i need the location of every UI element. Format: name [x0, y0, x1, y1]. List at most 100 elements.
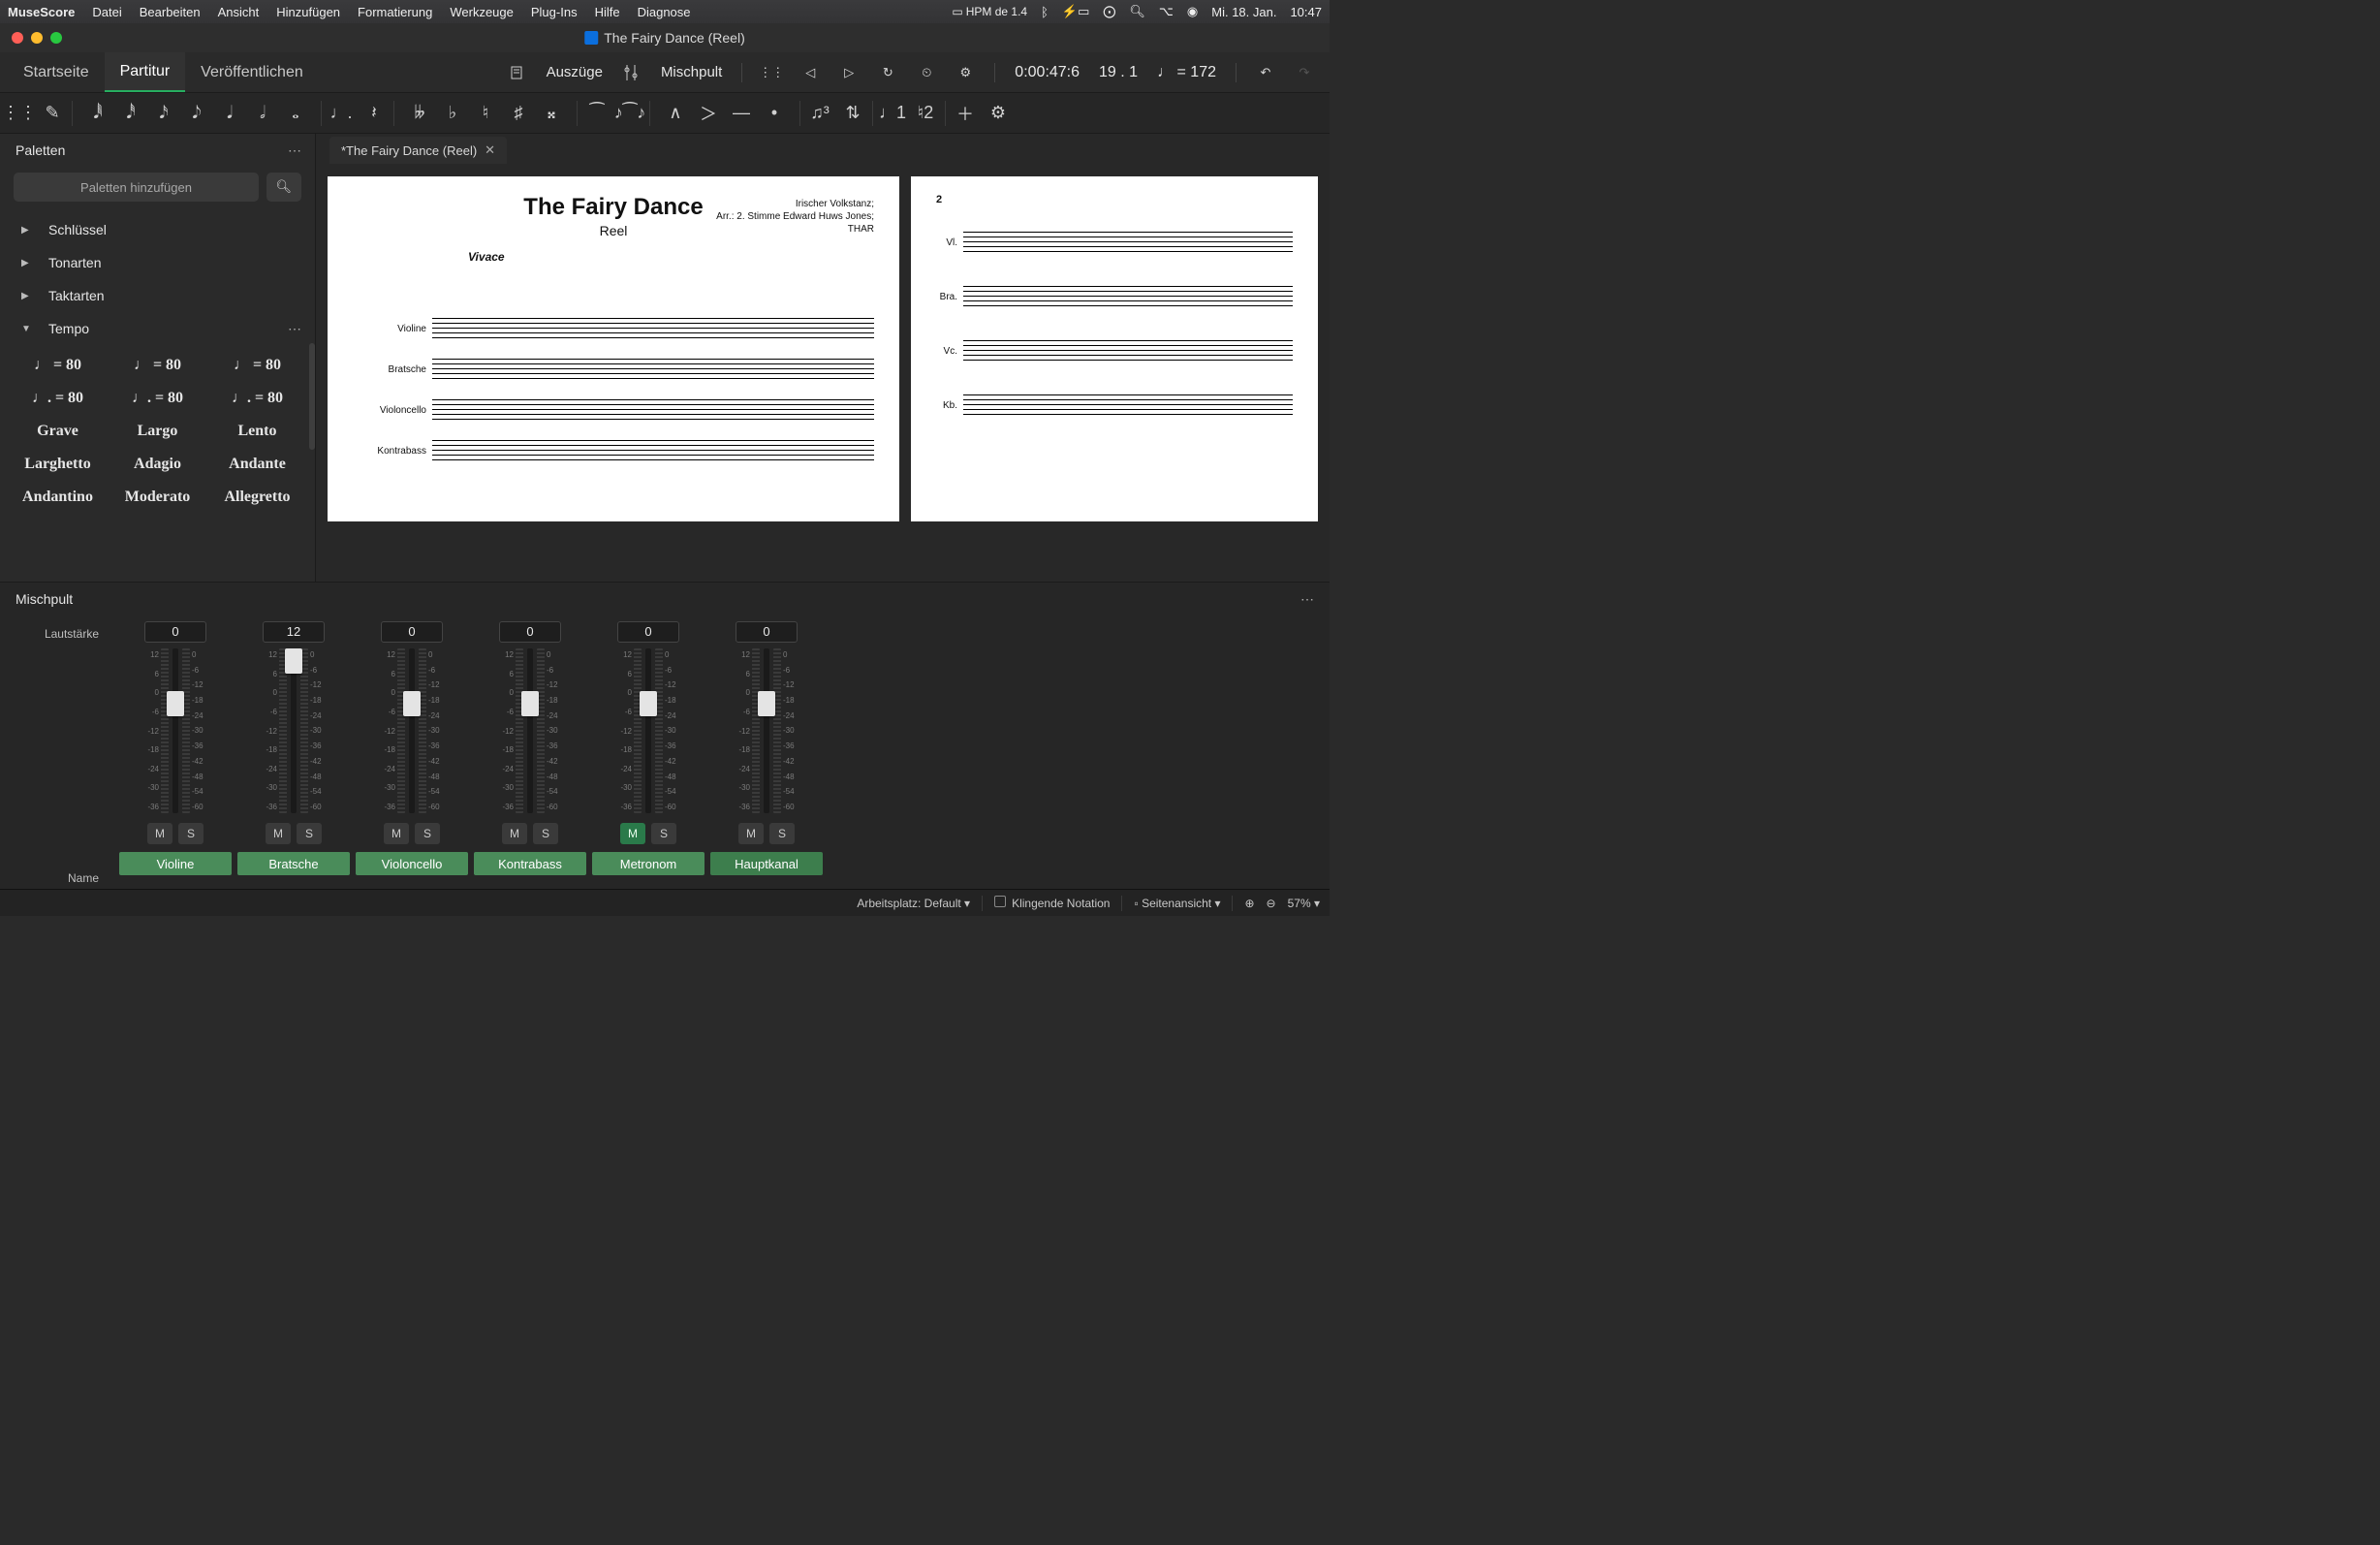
mixer-button[interactable]: Mischpult: [661, 64, 722, 80]
palette-schluessel[interactable]: ▶Schlüssel: [0, 213, 315, 246]
sidebar-scrollbar[interactable]: [309, 343, 315, 450]
siri-icon[interactable]: ◉: [1187, 4, 1198, 19]
slur-button[interactable]: ♪⁀♪: [614, 98, 645, 129]
solo-button[interactable]: S: [297, 823, 322, 844]
voice1-button[interactable]: ♩1: [877, 98, 908, 129]
tempo-cell[interactable]: ♩. = 80: [8, 382, 108, 415]
marcato-button[interactable]: ∧: [660, 98, 691, 129]
tempo-cell[interactable]: Largo: [108, 415, 207, 448]
palette-item-more-icon[interactable]: ⋯: [288, 321, 301, 337]
add-button[interactable]: ＋: [950, 98, 981, 129]
volume-value[interactable]: 12: [263, 621, 325, 643]
tempo-cell[interactable]: ♩ = 80: [108, 349, 207, 382]
flip-button[interactable]: ⇅: [837, 98, 868, 129]
parts-icon[interactable]: [508, 63, 527, 82]
channel-name[interactable]: Kontrabass: [474, 852, 586, 875]
tab-partitur[interactable]: Partitur: [105, 52, 186, 92]
mixer-icon[interactable]: [622, 63, 642, 82]
staff[interactable]: [963, 336, 1293, 365]
undo-button[interactable]: ↶: [1256, 63, 1275, 82]
tempo-cell[interactable]: Andante: [207, 448, 307, 481]
tempo-cell[interactable]: ♩ = 80: [207, 349, 307, 382]
score-page-1[interactable]: The Fairy Dance Reel Irischer Volkstanz;…: [328, 176, 899, 521]
tempo-cell[interactable]: Andantino: [8, 481, 108, 514]
mute-button[interactable]: M: [620, 823, 645, 844]
menu-plugins[interactable]: Plug-Ins: [531, 5, 578, 19]
mute-button[interactable]: M: [738, 823, 764, 844]
menu-formatierung[interactable]: Formatierung: [358, 5, 432, 19]
volume-value[interactable]: 0: [736, 621, 798, 643]
dot-button[interactable]: ♩.: [326, 98, 357, 129]
workspace-selector[interactable]: Arbeitsplatz: Default ▾: [857, 897, 970, 910]
search-icon[interactable]: 🔍︎: [266, 173, 301, 202]
fader-handle[interactable]: [285, 648, 302, 674]
menu-hilfe[interactable]: Hilfe: [595, 5, 620, 19]
menubar-time[interactable]: 10:47: [1290, 5, 1322, 19]
volume-value[interactable]: 0: [499, 621, 561, 643]
tempo-cell[interactable]: Moderato: [108, 481, 207, 514]
natural-button[interactable]: ♮: [470, 98, 501, 129]
double-flat-button[interactable]: 𝄫: [404, 98, 435, 129]
staff[interactable]: [432, 395, 874, 425]
channel-name[interactable]: Bratsche: [237, 852, 350, 875]
fader-slider[interactable]: [291, 648, 297, 813]
staff[interactable]: [963, 282, 1293, 311]
tempo-cell[interactable]: Grave: [8, 415, 108, 448]
zoom-out-icon[interactable]: ⊖: [1267, 897, 1276, 910]
control-center-icon[interactable]: ⌥: [1159, 4, 1174, 19]
tempo-cell[interactable]: ♩. = 80: [108, 382, 207, 415]
rest-button[interactable]: 𝄽: [359, 98, 390, 129]
note-input-button[interactable]: ✎: [37, 98, 68, 129]
settings-button[interactable]: ⚙: [955, 63, 975, 82]
palettes-search-input[interactable]: Paletten hinzufügen: [14, 173, 259, 202]
tie-button[interactable]: ⁀: [581, 98, 612, 129]
staff[interactable]: [963, 228, 1293, 257]
fader-slider[interactable]: [645, 648, 651, 813]
mute-button[interactable]: M: [266, 823, 291, 844]
solo-button[interactable]: S: [415, 823, 440, 844]
parts-button[interactable]: Auszüge: [547, 64, 603, 80]
tempo-cell[interactable]: ♩. = 80: [207, 382, 307, 415]
menu-werkzeuge[interactable]: Werkzeuge: [450, 5, 514, 19]
palette-taktarten[interactable]: ▶Taktarten: [0, 279, 315, 312]
channel-name[interactable]: Metronom: [592, 852, 705, 875]
menu-hinzufuegen[interactable]: Hinzufügen: [276, 5, 340, 19]
sharp-button[interactable]: ♯: [503, 98, 534, 129]
solo-button[interactable]: S: [769, 823, 795, 844]
duration-quarter[interactable]: 𝅘𝅥: [214, 98, 245, 129]
window-close-button[interactable]: [12, 32, 23, 44]
menubar-date[interactable]: Mi. 18. Jan.: [1211, 5, 1276, 19]
volume-value[interactable]: 0: [617, 621, 679, 643]
tempo-cell[interactable]: ♩ = 80: [8, 349, 108, 382]
channel-name[interactable]: Hauptkanal: [710, 852, 823, 875]
staff[interactable]: [432, 355, 874, 384]
battery-icon[interactable]: ⚡▭: [1062, 4, 1089, 19]
toolbar-settings-button[interactable]: ⚙: [983, 98, 1014, 129]
double-sharp-button[interactable]: 𝄪: [536, 98, 567, 129]
tenuto-button[interactable]: —: [726, 98, 757, 129]
menu-datei[interactable]: Datei: [92, 5, 121, 19]
menu-diagnose[interactable]: Diagnose: [638, 5, 691, 19]
solo-button[interactable]: S: [651, 823, 676, 844]
fader-slider[interactable]: [172, 648, 178, 813]
rewind-button[interactable]: ◁: [800, 63, 820, 82]
palette-tonarten[interactable]: ▶Tonarten: [0, 246, 315, 279]
view-mode-selector[interactable]: ▫ Seitenansicht ▾: [1134, 897, 1220, 910]
fader-handle[interactable]: [167, 691, 184, 716]
palette-tempo[interactable]: ▼Tempo⋯: [0, 312, 315, 345]
wifi-icon[interactable]: ⨀: [1103, 4, 1115, 19]
mute-button[interactable]: M: [147, 823, 172, 844]
fader-slider[interactable]: [764, 648, 769, 813]
zoom-in-icon[interactable]: ⊕: [1244, 897, 1254, 910]
duration-64th[interactable]: 𝅘𝅥𝅱: [82, 98, 113, 129]
concert-pitch-toggle[interactable]: Klingende Notation: [994, 896, 1110, 910]
menu-bearbeiten[interactable]: Bearbeiten: [140, 5, 201, 19]
tempo-cell[interactable]: Adagio: [108, 448, 207, 481]
duration-8th[interactable]: 𝅘𝅥𝅮: [181, 98, 212, 129]
tab-startseite[interactable]: Startseite: [8, 52, 105, 92]
channel-name[interactable]: Violine: [119, 852, 232, 875]
volume-value[interactable]: 0: [144, 621, 206, 643]
channel-name[interactable]: Violoncello: [356, 852, 468, 875]
fader-handle[interactable]: [640, 691, 657, 716]
mute-button[interactable]: M: [502, 823, 527, 844]
